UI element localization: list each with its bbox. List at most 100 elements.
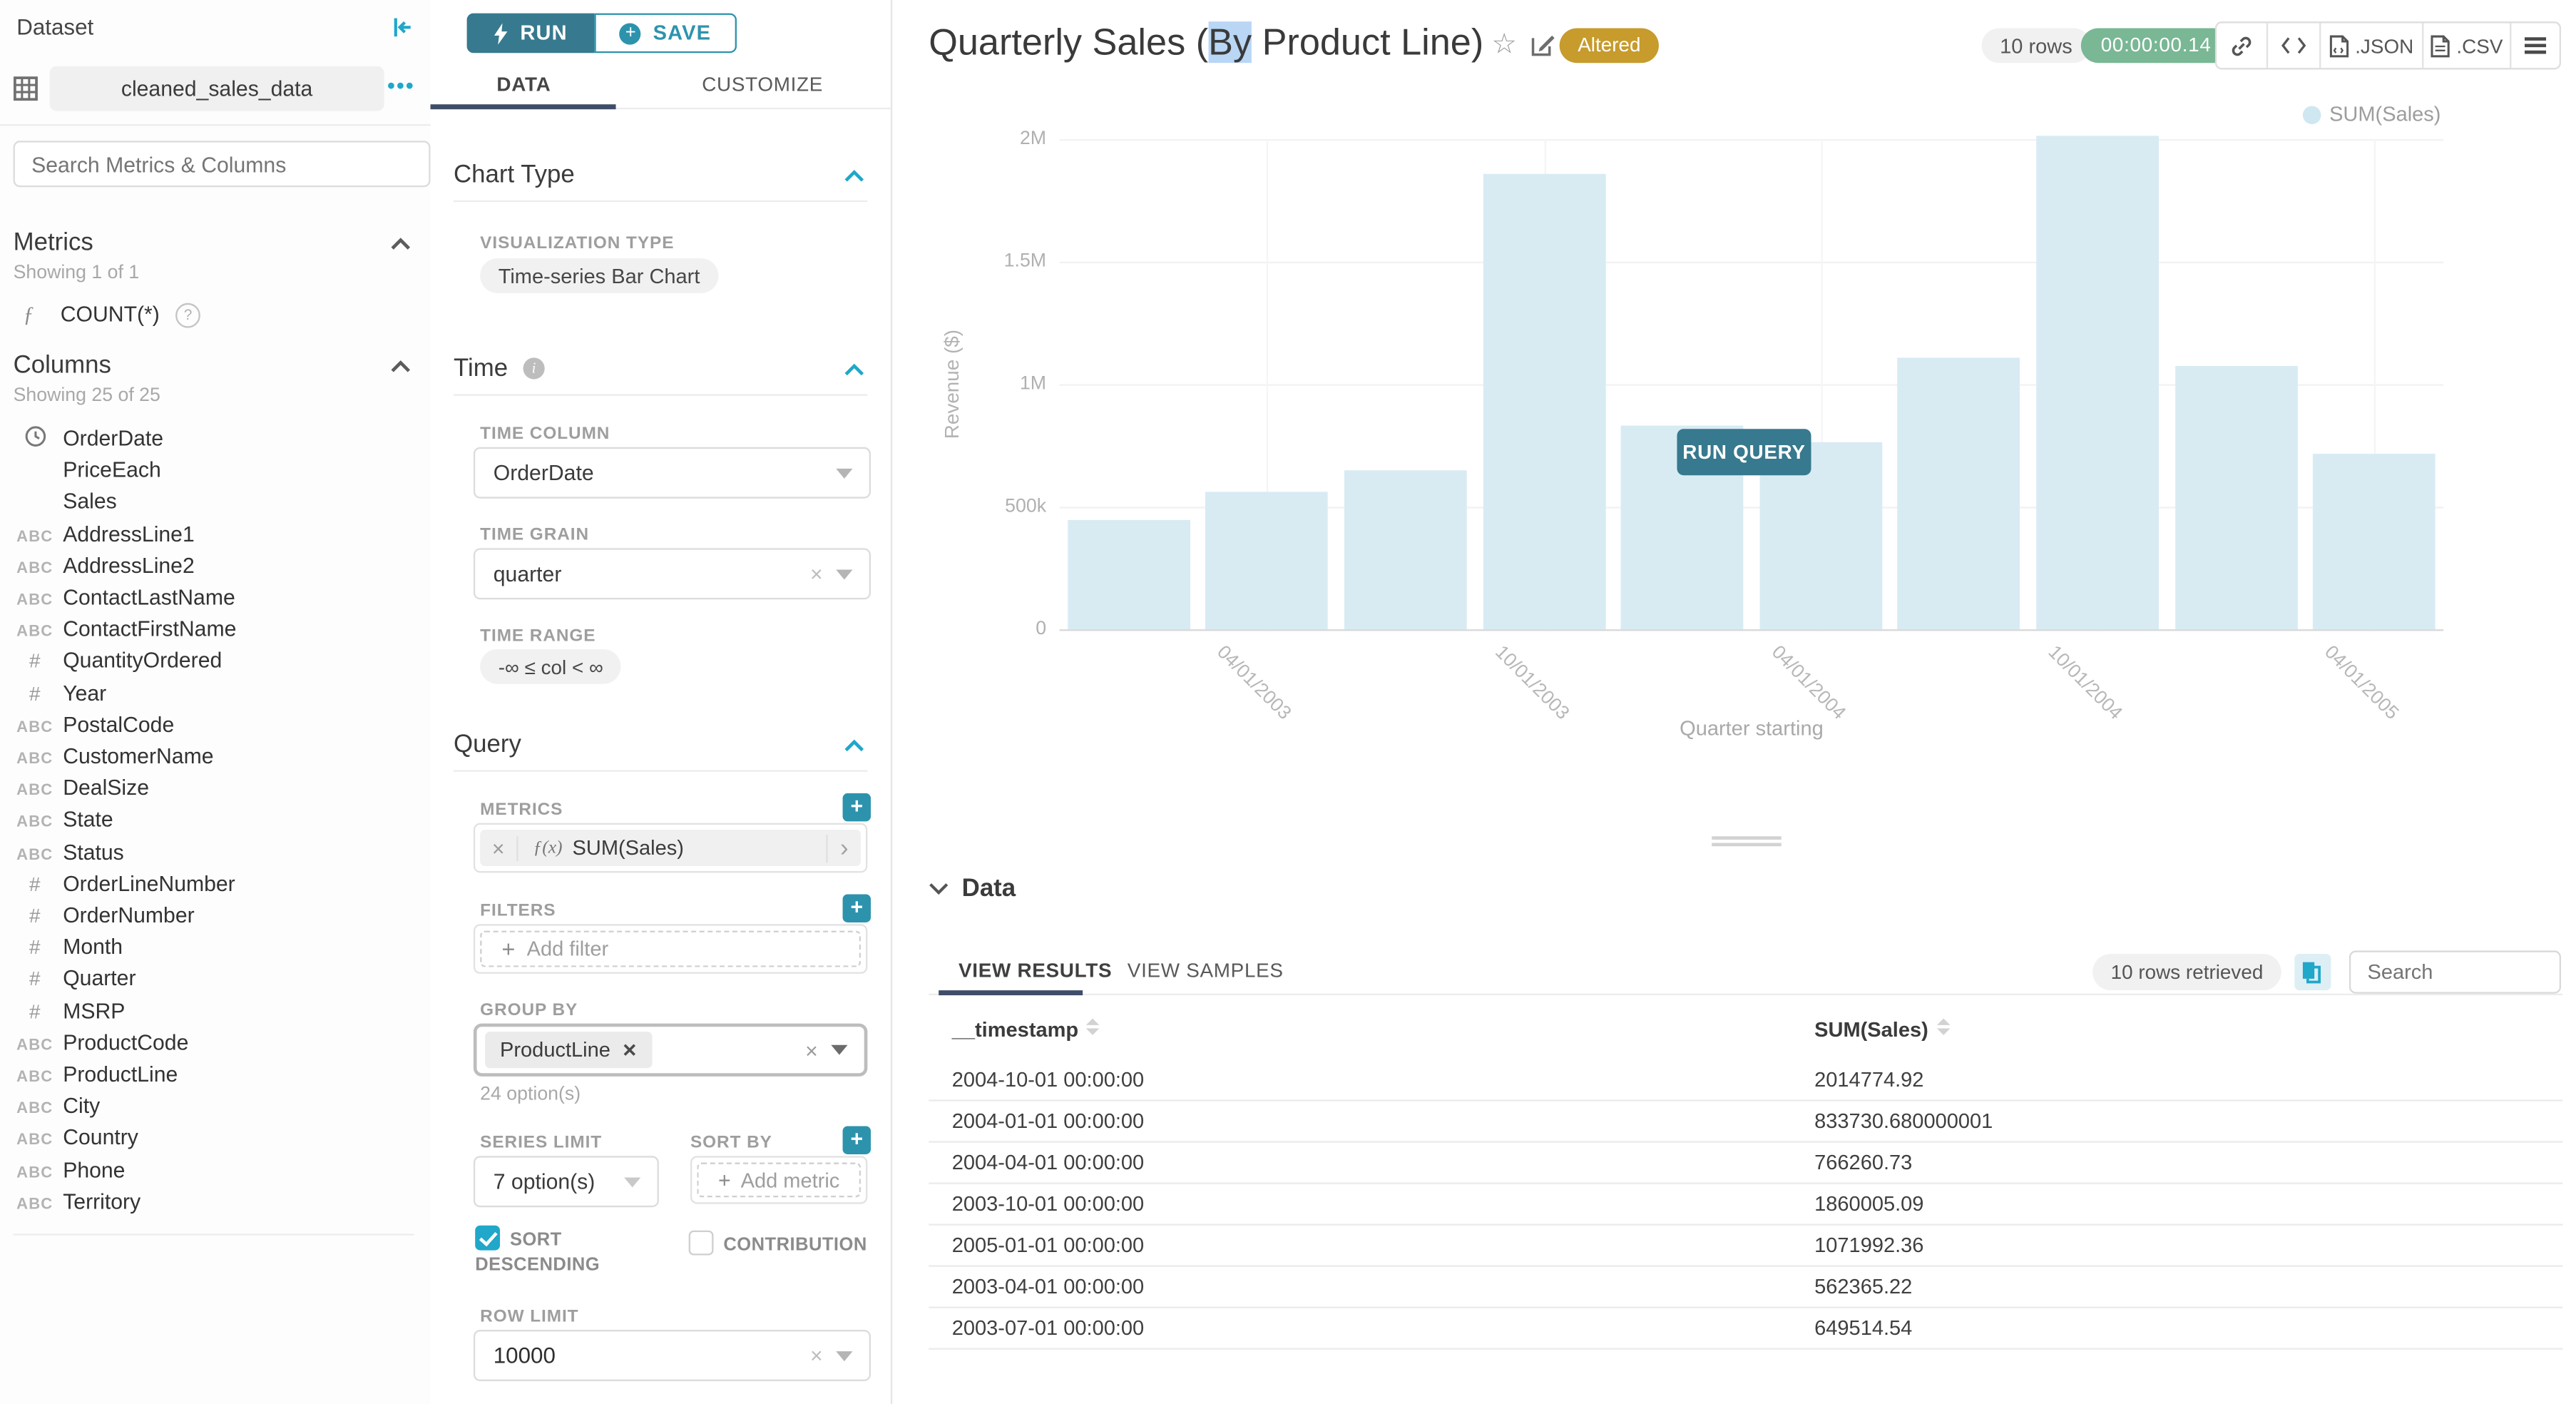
column-item-Year[interactable]: #Year	[0, 676, 431, 708]
table-row[interactable]: 2003-10-01 00:00:001860005.09	[929, 1182, 2562, 1225]
column-item-ContactFirstName[interactable]: ABCContactFirstName	[0, 613, 431, 644]
export-csv-button[interactable]: .CSV	[2423, 23, 2510, 68]
table-row[interactable]: 2004-01-01 00:00:00833730.680000001	[929, 1099, 2562, 1142]
column-type-icon: ABC	[14, 553, 56, 578]
data-section-collapse-icon[interactable]	[929, 882, 949, 896]
chart-legend[interactable]: SUM(Sales)	[2303, 103, 2441, 126]
group-by-label: GROUP BY	[480, 1000, 578, 1020]
sort-icon[interactable]	[1936, 1019, 1950, 1035]
add-metric-button[interactable]: +	[843, 793, 871, 821]
column-item-label: Status	[63, 839, 124, 864]
remove-chip-icon[interactable]: ✕	[622, 1039, 637, 1061]
column-item-MSRP[interactable]: #MSRP	[0, 994, 431, 1026]
text-type-icon: ABC	[16, 528, 53, 546]
column-item-QuantityOrdered[interactable]: #QuantityOrdered	[0, 645, 431, 676]
chart-title[interactable]: Quarterly Sales (By Product Line)	[929, 21, 1483, 64]
bar-2003-04-01[interactable]	[1206, 492, 1329, 629]
metric-chip-label: SUM(Sales)	[573, 836, 827, 859]
visualization-type-label: VISUALIZATION TYPE	[480, 233, 674, 253]
time-collapse-icon[interactable]	[844, 362, 864, 376]
visualization-type-value[interactable]: Time-series Bar Chart	[480, 258, 718, 293]
add-filter-button[interactable]: +	[843, 895, 871, 922]
text-type-icon: ABC	[16, 751, 53, 769]
link-icon	[2230, 34, 2253, 57]
bar-2003-07-01[interactable]	[1344, 470, 1467, 629]
columns-collapse-icon[interactable]	[391, 360, 411, 373]
column-item-OrderLineNumber[interactable]: #OrderLineNumber	[0, 868, 431, 899]
chart-type-collapse-icon[interactable]	[844, 169, 864, 183]
bar-2003-01-01[interactable]	[1068, 521, 1190, 629]
collapse-panel-icon[interactable]	[391, 15, 416, 40]
column-item-State[interactable]: ABCState	[0, 804, 431, 835]
chart-menu-button[interactable]	[2511, 23, 2560, 68]
results-table-body: 2004-10-01 00:00:002014774.922004-01-01 …	[0, 1058, 2576, 1389]
bar-2004-07-01[interactable]	[1898, 357, 2020, 629]
column-item-DealSize[interactable]: ABCDealSize	[0, 772, 431, 803]
share-link-button[interactable]	[2217, 23, 2269, 68]
metric-item[interactable]: ƒCOUNT(*) ?	[23, 301, 200, 327]
table-row[interactable]: 2004-10-01 00:00:002014774.92	[929, 1058, 2562, 1101]
column-item-label: OrderNumber	[63, 902, 194, 927]
pane-resize-handle[interactable]	[1712, 836, 1781, 846]
column-type-icon: #	[14, 902, 56, 927]
bar-2003-10-01[interactable]	[1483, 173, 1605, 629]
column-item-Status[interactable]: ABCStatus	[0, 835, 431, 867]
edit-title-icon[interactable]	[1530, 31, 1556, 58]
metrics-collapse-icon[interactable]	[391, 237, 411, 250]
column-item-Sales[interactable]: Sales	[0, 486, 431, 517]
time-column-select[interactable]: OrderDate	[474, 447, 871, 499]
column-item-AddressLine1[interactable]: ABCAddressLine1	[0, 518, 431, 549]
column-item-ContactLastName[interactable]: ABCContactLastName	[0, 581, 431, 613]
dataset-name[interactable]: cleaned_sales_data	[50, 66, 384, 111]
run-query-button[interactable]: RUN QUERY	[1677, 429, 1811, 475]
column-header-timestamp[interactable]: __timestamp	[952, 1019, 1100, 1042]
table-row[interactable]: 2003-07-01 00:00:00649514.54	[929, 1307, 2562, 1350]
time-range-value[interactable]: -∞ ≤ col < ∞	[480, 649, 621, 684]
column-item-OrderNumber[interactable]: # OrderNumber	[0, 899, 431, 930]
favorite-star-icon[interactable]: ☆	[1491, 28, 1516, 61]
column-type-icon: #	[14, 935, 56, 960]
column-item-ProductCode[interactable]: ABCProductCode	[0, 1027, 431, 1058]
column-item-PriceEach[interactable]: PriceEach	[0, 454, 431, 485]
column-item-OrderDate[interactable]: OrderDate	[0, 422, 431, 454]
embed-code-button[interactable]	[2269, 23, 2321, 68]
column-item-label: AddressLine2	[63, 553, 195, 578]
data-search-input[interactable]	[2349, 950, 2561, 993]
dataset-more-icon[interactable]: •••	[387, 73, 415, 98]
query-collapse-icon[interactable]	[844, 738, 864, 752]
text-type-icon: ABC	[16, 623, 53, 641]
copy-data-button[interactable]	[2294, 954, 2331, 990]
metric-chip[interactable]: × ƒ(x) SUM(Sales) ›	[480, 830, 861, 866]
view-results-tab[interactable]: VIEW RESULTS	[959, 959, 1112, 982]
run-button[interactable]: RUN	[467, 14, 595, 54]
y-axis-tick-label: 500k	[973, 497, 1046, 517]
tab-customize[interactable]: CUSTOMIZE	[702, 73, 823, 96]
column-item-AddressLine2[interactable]: ABC AddressLine2	[0, 549, 431, 581]
column-item-Quarter[interactable]: #Quarter	[0, 963, 431, 994]
search-metrics-input[interactable]	[14, 141, 431, 187]
bar-2005-04-01[interactable]	[2313, 454, 2436, 629]
y-axis-ticks: 2M1.5M1M500k0	[973, 139, 1046, 629]
add-filter-label: Add filter	[527, 937, 609, 960]
remove-metric-icon[interactable]: ×	[480, 835, 518, 860]
column-item-CustomerName[interactable]: ABCCustomerName	[0, 741, 431, 772]
view-samples-tab[interactable]: VIEW SAMPLES	[1128, 959, 1284, 982]
add-filter-dropzone[interactable]: +Add filter	[480, 931, 861, 967]
column-item-Month[interactable]: #Month	[0, 931, 431, 962]
data-tabs-border	[929, 994, 2562, 995]
table-row[interactable]: 2003-04-01 00:00:00562365.22	[929, 1265, 2562, 1308]
altered-badge[interactable]: Altered	[1560, 28, 1659, 63]
sort-icon[interactable]	[1087, 1019, 1100, 1035]
bar-2004-10-01[interactable]	[2036, 136, 2159, 629]
table-row[interactable]: 2005-01-01 00:00:001071992.36	[929, 1224, 2562, 1266]
table-row[interactable]: 2004-04-01 00:00:00766260.73	[929, 1141, 2562, 1184]
tab-data[interactable]: DATA	[496, 73, 551, 96]
clear-icon[interactable]: ×	[810, 561, 823, 586]
time-grain-select[interactable]: quarter×	[474, 548, 871, 599]
column-item-PostalCode[interactable]: ABCPostalCode	[0, 708, 431, 740]
expand-metric-icon[interactable]: ›	[826, 834, 861, 862]
column-header-sum-sales[interactable]: SUM(Sales)	[1814, 1019, 1950, 1042]
bar-2005-01-01[interactable]	[2174, 367, 2297, 629]
export-json-button[interactable]: .JSON	[2320, 23, 2423, 68]
save-button[interactable]: + SAVE	[594, 14, 737, 54]
